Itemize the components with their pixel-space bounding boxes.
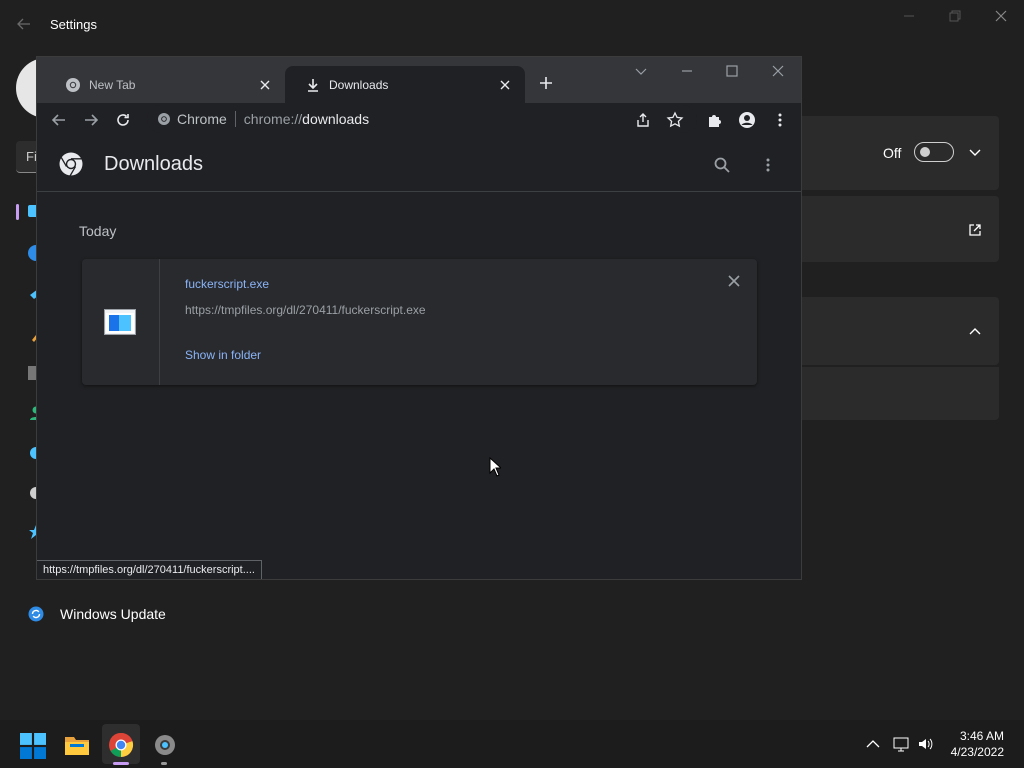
profile-avatar-icon[interactable] xyxy=(738,111,756,129)
page-title: Downloads xyxy=(104,153,203,175)
restore-icon[interactable] xyxy=(947,8,963,24)
clock-date: 4/23/2022 xyxy=(950,745,1004,759)
reload-icon[interactable] xyxy=(114,111,132,129)
download-icon xyxy=(308,78,318,92)
settings-gear-icon[interactable] xyxy=(152,732,178,758)
omnibox-separator xyxy=(234,111,236,127)
settings-card-expanded[interactable] xyxy=(780,297,999,365)
kebab-menu-icon[interactable] xyxy=(759,156,777,174)
settings-title: Settings xyxy=(50,17,97,32)
running-indicator xyxy=(161,762,167,765)
chevron-up-icon[interactable] xyxy=(865,736,881,752)
minimize-icon[interactable] xyxy=(901,8,917,24)
chrome-logo-icon xyxy=(66,77,80,92)
chrome-logo-icon xyxy=(158,113,170,125)
sidebar-item-label: Windows Update xyxy=(60,606,166,622)
tab-strip: New Tab Downloads xyxy=(37,57,801,103)
sidebar-item-windows-update[interactable]: Windows Update xyxy=(28,604,166,624)
mouse-cursor-icon xyxy=(489,457,501,477)
toggle-state-label: Off xyxy=(883,145,902,161)
back-arrow-icon[interactable] xyxy=(16,16,32,32)
tab-label: Downloads xyxy=(329,77,389,92)
close-tab-icon[interactable] xyxy=(497,77,513,93)
search-icon[interactable] xyxy=(713,156,731,174)
omnibox[interactable]: Chrome chrome://downloads xyxy=(147,105,697,133)
chevron-down-icon[interactable] xyxy=(968,146,982,160)
volume-icon[interactable] xyxy=(918,736,934,752)
windows-update-icon xyxy=(28,606,44,622)
tab-downloads[interactable]: Downloads xyxy=(285,66,525,103)
back-arrow-icon[interactable] xyxy=(50,111,68,129)
download-source-url[interactable]: https://tmpfiles.org/dl/270411/fuckerscr… xyxy=(185,303,426,317)
close-tab-icon[interactable] xyxy=(257,77,273,93)
running-indicator xyxy=(113,762,129,765)
file-explorer-folder-icon[interactable] xyxy=(64,732,90,758)
chrome-taskbar-icon[interactable] xyxy=(108,732,134,758)
date-heading: Today xyxy=(79,223,117,239)
downloads-list: Today fuckerscript.exe https://tmpfiles.… xyxy=(37,193,801,579)
extensions-puzzle-icon[interactable] xyxy=(706,111,724,129)
settings-titlebar: Settings xyxy=(0,0,1024,48)
tab-search-chevron-icon[interactable] xyxy=(634,64,648,78)
bookmark-star-icon[interactable] xyxy=(666,111,684,129)
show-in-folder-link[interactable]: Show in folder xyxy=(185,348,261,362)
url-path: downloads xyxy=(302,111,370,127)
forward-arrow-icon[interactable] xyxy=(82,111,100,129)
tab-new-tab[interactable]: New Tab xyxy=(45,66,285,103)
share-icon[interactable] xyxy=(634,111,652,129)
close-icon[interactable] xyxy=(771,64,785,78)
chrome-window: New Tab Downloads Chrome chrome:// downl… xyxy=(36,56,802,580)
taskbar-clock[interactable]: 3:46 AM 4/23/2022 xyxy=(951,728,1004,760)
external-link-icon[interactable] xyxy=(968,223,982,237)
url-scheme: chrome:// xyxy=(243,111,303,127)
minimize-icon[interactable] xyxy=(680,64,694,78)
clock-time: 3:46 AM xyxy=(959,729,1004,743)
maximize-icon[interactable] xyxy=(725,64,739,78)
nav-selection-indicator xyxy=(16,204,19,220)
download-item-icon-column xyxy=(82,259,160,385)
download-file-name[interactable]: fuckerscript.exe xyxy=(185,277,269,291)
executable-file-icon xyxy=(104,309,136,335)
site-chip-label: Chrome xyxy=(177,111,227,127)
close-icon[interactable] xyxy=(993,8,1009,24)
start-windows-icon[interactable] xyxy=(20,733,46,759)
new-tab-plus-icon[interactable] xyxy=(537,74,555,92)
chevron-up-icon[interactable] xyxy=(968,324,982,338)
settings-card-subitem[interactable] xyxy=(780,367,999,420)
download-item: fuckerscript.exe https://tmpfiles.org/dl… xyxy=(82,259,757,385)
taskbar: 3:46 AM 4/23/2022 xyxy=(0,720,1024,768)
settings-card-link[interactable] xyxy=(780,196,999,262)
network-icon[interactable] xyxy=(893,736,909,752)
kebab-menu-icon[interactable] xyxy=(771,111,789,129)
tab-label: New Tab xyxy=(89,77,136,92)
browser-toolbar: Chrome chrome://downloads xyxy=(37,103,801,137)
toggle-switch[interactable] xyxy=(914,142,954,162)
link-status-bubble: https://tmpfiles.org/dl/270411/fuckerscr… xyxy=(37,560,262,579)
chrome-logo-icon xyxy=(59,152,83,176)
remove-from-list-icon[interactable] xyxy=(728,275,740,287)
downloads-header: Downloads xyxy=(37,138,801,192)
